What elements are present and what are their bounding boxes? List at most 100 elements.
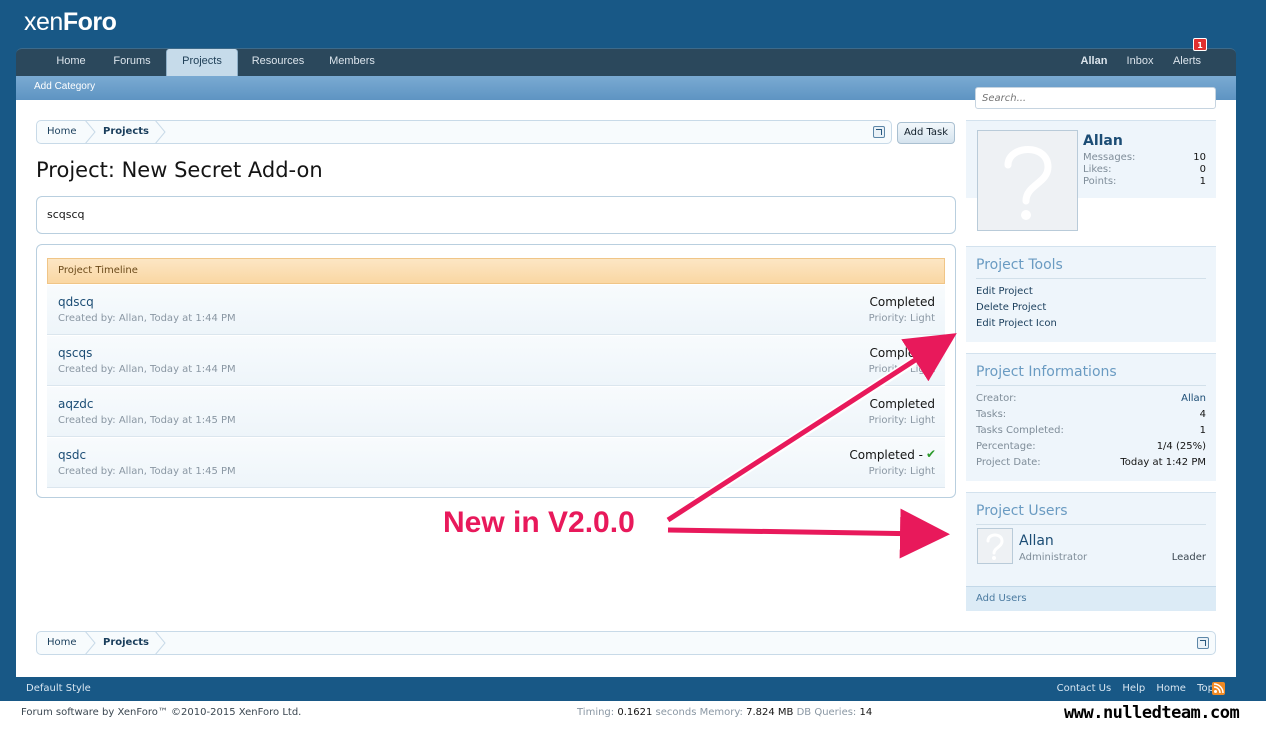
jump-to-icon[interactable] [1197,637,1209,649]
nav-account[interactable]: Allan [1074,49,1114,76]
task-status: Completed [869,295,935,309]
help-link[interactable]: Help [1122,683,1145,694]
task-status: Completed [869,397,935,411]
task-priority: Priority: Light [868,364,935,375]
breadcrumb-home[interactable]: Home [47,121,77,143]
breadcrumb-separator-icon [84,631,96,655]
project-tools-title: Project Tools [976,257,1063,273]
contact-us-link[interactable]: Contact Us [1057,683,1112,694]
info-value: 4 [1199,409,1206,420]
breadcrumb-projects[interactable]: Projects [103,632,149,654]
project-info-block: Project Informations Creator: Allan Task… [966,353,1216,481]
info-label: Tasks: [976,409,1007,420]
nav-inbox[interactable]: Inbox [1120,49,1160,76]
avatar[interactable] [977,130,1078,231]
logo-text-bold: Foro [62,8,117,36]
user-stat-label: Messages: [1083,152,1136,163]
divider [976,524,1206,525]
rss-icon[interactable] [1212,682,1225,695]
divider [976,278,1206,279]
page-title: Project: New Secret Add-on [36,158,323,182]
queries-value: 14 [859,707,873,718]
default-avatar-icon [978,131,1077,230]
breadcrumb: Home Projects [36,120,892,144]
timing-label: Timing: [577,707,615,718]
nav-alerts[interactable]: Alerts [1166,49,1208,76]
memory-label: seconds Memory: [655,707,743,718]
user-stat-label: Likes: [1083,164,1112,175]
user-stat-label: Points: [1083,176,1117,187]
breadcrumb-separator-icon [154,120,166,144]
project-description: scqscq [36,196,956,234]
tab-home[interactable]: Home [46,49,96,76]
breadcrumb-projects[interactable]: Projects [103,121,149,143]
timeline-header: Project Timeline [47,258,945,284]
info-value: 1 [1199,425,1206,436]
timing-value: 0.1621 [617,707,653,718]
project-info-title: Project Informations [976,364,1117,380]
tab-members[interactable]: Members [322,49,382,76]
info-label: Project Date: [976,457,1041,468]
project-timeline: Project Timeline qdscq Created by: Allan… [36,244,956,498]
style-chooser-link[interactable]: Default Style [26,683,91,694]
tab-projects[interactable]: Projects [166,49,238,79]
checkmark-icon: ✔ [925,447,936,461]
tab-forums[interactable]: Forums [106,49,158,76]
project-user-role: Administrator [1019,552,1088,563]
task-title-link[interactable]: qscqs [58,346,92,360]
task-priority: Priority: Light [868,415,935,426]
project-users-title: Project Users [976,503,1068,519]
task-row: aqzdc Created by: Allan, Today at 1:45 P… [47,387,945,437]
task-row: qdscq Created by: Allan, Today at 1:44 P… [47,285,945,335]
info-value: 1/4 (25%) [1156,441,1206,452]
home-link[interactable]: Home [1156,683,1186,694]
breadcrumb-home[interactable]: Home [47,632,77,654]
task-meta: Created by: Allan, Today at 1:45 PM [58,466,236,477]
user-stat-value: 10 [1193,152,1206,163]
breadcrumb-separator-icon [154,631,166,655]
add-task-button[interactable]: Add Task [897,122,955,144]
task-meta: Created by: Allan, Today at 1:45 PM [58,415,236,426]
project-user-name[interactable]: Allan [1019,533,1054,549]
logo[interactable]: xenForo [24,8,117,37]
edit-project-link[interactable]: Edit Project [976,286,1033,297]
task-meta: Created by: Allan, Today at 1:44 PM [58,313,236,324]
project-user-rank: Leader [1171,552,1206,563]
logo-text: xen [24,8,63,36]
task-title-link[interactable]: qdscq [58,295,94,309]
delete-project-link[interactable]: Delete Project [976,302,1046,313]
add-users-link[interactable]: Add Users [976,593,1027,604]
memory-value: 7.824 MB [746,707,794,718]
info-label: Creator: [976,393,1017,404]
copyright: Forum software by XenForo™ ©2010-2015 Xe… [21,707,302,718]
debug-timing: Timing: 0.1621 seconds Memory: 7.824 MB … [577,707,872,718]
task-title-link[interactable]: aqzdc [58,397,93,411]
project-user-avatar[interactable] [977,528,1013,564]
add-category-link[interactable]: Add Category [34,81,95,92]
task-priority: Priority: Light [868,313,935,324]
footer-links: Contact Us Help Home Top [1049,683,1214,694]
navbar: Home Forums Projects Resources Members A… [16,48,1236,79]
jump-to-icon[interactable] [873,126,885,138]
info-label: Percentage: [976,441,1036,452]
user-stat-value: 0 [1199,164,1206,175]
task-priority: Priority: Light [868,466,935,477]
task-row: qscqs Created by: Allan, Today at 1:44 P… [47,336,945,386]
footer: Default Style Contact Us Help Home Top [16,677,1236,701]
user-card-name[interactable]: Allan [1083,133,1123,149]
task-status: Completed [869,346,935,360]
tab-resources[interactable]: Resources [246,49,310,76]
search-input[interactable] [975,87,1216,109]
add-users-bar: Add Users [966,586,1216,611]
alert-count-badge[interactable]: 1 [1193,38,1207,51]
divider [976,385,1206,386]
creator-link[interactable]: Allan [1181,393,1206,404]
task-title-link[interactable]: qsdc [58,448,86,462]
project-tools-block: Project Tools Edit Project Delete Projec… [966,246,1216,342]
edit-project-icon-link[interactable]: Edit Project Icon [976,318,1057,329]
task-status: Completed - [849,448,923,462]
info-label: Tasks Completed: [976,425,1064,436]
user-stat-value: 1 [1199,176,1206,187]
annotation-label: New in V2.0.0 [443,506,635,539]
queries-label: DB Queries: [796,707,857,718]
